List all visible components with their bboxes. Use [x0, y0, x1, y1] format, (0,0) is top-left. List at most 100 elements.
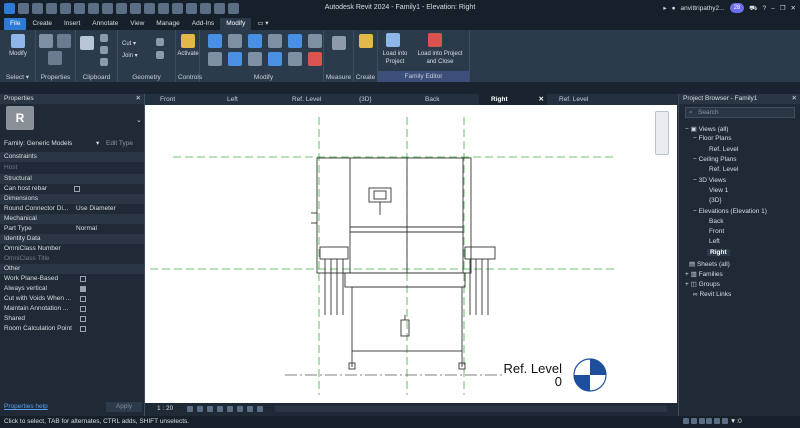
select-dropdown[interactable]: Select ▾ [0, 73, 35, 81]
level-name-label[interactable]: Ref. Level [503, 361, 562, 376]
copy-element-icon[interactable] [228, 52, 242, 66]
select-underlay-icon[interactable] [706, 418, 713, 425]
tab-annotate[interactable]: Annotate [86, 18, 124, 30]
shared-checkbox[interactable] [80, 316, 86, 322]
modify-cursor-icon[interactable] [11, 34, 25, 48]
tree-elevations[interactable]: − Elevations (Elevation 1) [693, 208, 767, 215]
user-name[interactable]: anvittripathy2... [681, 5, 725, 12]
worksets-icon[interactable] [683, 418, 689, 425]
temporary-hide-icon[interactable] [237, 406, 243, 413]
tree-el-front[interactable]: Front [709, 228, 724, 235]
detail-level-icon[interactable] [187, 406, 193, 413]
array-icon[interactable] [308, 34, 322, 48]
family-category-icon[interactable] [48, 51, 62, 65]
load-into-project-close-button[interactable]: Load into Project and Close [412, 50, 468, 66]
section-constraints[interactable]: Constraints [0, 152, 144, 162]
apply-button[interactable]: Apply [106, 402, 142, 412]
tab-view[interactable]: View [124, 18, 150, 30]
select-pinned-icon[interactable] [714, 418, 721, 425]
cut-dropdown[interactable]: Cut ▾ [122, 40, 136, 47]
section-mechanical[interactable]: Mechanical [0, 214, 144, 224]
load-into-project-button[interactable]: Load into Project [378, 50, 412, 66]
tab-view-ref-level[interactable]: Ref. Level [280, 94, 342, 105]
can-host-rebar-checkbox[interactable] [74, 186, 80, 192]
section-identity-data[interactable]: Identity Data [0, 234, 144, 244]
restore-icon[interactable]: ❐ [780, 4, 786, 12]
tree-cp-ref-level[interactable]: Ref. Level [709, 166, 738, 173]
wall-join-icon[interactable] [156, 38, 164, 46]
tab-view-left[interactable]: Left [215, 94, 277, 105]
tree-view-3d[interactable]: {3D} [709, 197, 722, 204]
trim-icon[interactable] [268, 52, 282, 66]
minimize-icon[interactable]: – [771, 5, 775, 12]
scale-icon[interactable] [288, 52, 302, 66]
tree-revit-links[interactable]: ∞ Revit Links [693, 291, 731, 298]
tab-view-ref-level-2[interactable]: Ref. Level [547, 94, 609, 105]
delete-icon[interactable] [308, 52, 322, 66]
cart-icon[interactable]: ⛟ [749, 4, 757, 13]
tab-add-ins[interactable]: Add-Ins [186, 18, 220, 30]
level-elevation-label[interactable]: 0 [555, 374, 562, 389]
close-icon[interactable]: ✕ [792, 94, 797, 104]
tree-families[interactable]: + ▥ Families [685, 270, 723, 278]
tree-groups[interactable]: + ◫ Groups [685, 280, 720, 288]
ribbon-toggle-icon[interactable]: ▭ ▾ [251, 18, 274, 30]
create-similar-icon[interactable] [359, 34, 373, 48]
tab-view-back[interactable]: Back [413, 94, 475, 105]
close-icon[interactable]: ✕ [136, 94, 141, 104]
split-icon[interactable] [288, 34, 302, 48]
tree-3d-views[interactable]: − 3D Views [693, 177, 726, 184]
user-icon[interactable]: ● [672, 5, 676, 12]
select-links-icon[interactable] [698, 418, 705, 425]
section-dimensions[interactable]: Dimensions [0, 194, 144, 204]
tab-file[interactable]: File [4, 18, 27, 30]
properties-icon[interactable] [39, 34, 53, 48]
cut-icon[interactable] [100, 34, 108, 42]
tree-ceiling-plans[interactable]: − Ceiling Plans [693, 156, 737, 163]
close-tab-icon[interactable]: ✕ [539, 94, 544, 105]
tab-create[interactable]: Create [26, 18, 58, 30]
maintain-annotation-checkbox[interactable] [80, 306, 86, 312]
horizontal-scrollbar[interactable] [275, 406, 667, 412]
notification-badge[interactable]: 28 [729, 3, 745, 13]
visual-style-icon[interactable] [197, 406, 203, 413]
tree-sheets[interactable]: ▤ Sheets (all) [689, 260, 730, 268]
room-calc-point-checkbox[interactable] [80, 326, 86, 332]
load-into-project-icon[interactable] [386, 33, 400, 47]
crop-view-icon[interactable] [227, 406, 233, 413]
tree-el-left[interactable]: Left [709, 238, 720, 245]
drawing-canvas[interactable]: Ref. Level 0 [145, 105, 677, 403]
split-face-icon[interactable] [156, 51, 164, 59]
edit-type-button[interactable]: Edit Type [106, 139, 133, 149]
rotate-icon[interactable] [248, 52, 262, 66]
help-icon[interactable]: ? [762, 5, 766, 12]
sun-path-icon[interactable] [207, 406, 213, 413]
section-structural[interactable]: Structural [0, 174, 144, 184]
always-vertical-checkbox[interactable] [80, 286, 86, 292]
tree-fp-ref-level[interactable]: Ref. Level [709, 146, 738, 153]
tree-view-1[interactable]: View 1 [709, 187, 728, 194]
browser-search-input[interactable]: ⌕ Search [685, 107, 795, 118]
copy-icon[interactable] [100, 46, 108, 54]
family-selector[interactable]: Family: Generic Models ▾ Edit Type [4, 139, 142, 149]
share-icon[interactable]: ▸ [663, 4, 666, 12]
tab-view-3d[interactable]: {3D} [347, 94, 409, 105]
analytical-icon[interactable] [257, 406, 263, 413]
properties-help-link[interactable]: Properties help [4, 403, 48, 410]
elevation-drawing[interactable]: Ref. Level 0 [145, 105, 677, 403]
section-other[interactable]: Other [0, 264, 144, 274]
paste-icon[interactable] [80, 36, 94, 50]
measure-tool-icon[interactable] [332, 36, 346, 50]
close-icon[interactable]: ✕ [791, 4, 796, 12]
shadows-icon[interactable] [217, 406, 223, 413]
view-scale[interactable]: 1 : 20 [157, 405, 173, 412]
type-properties-icon[interactable] [57, 34, 71, 48]
join-dropdown[interactable]: Join ▾ [122, 52, 138, 59]
tree-el-back[interactable]: Back [709, 218, 723, 225]
tree-el-right[interactable]: Right [707, 249, 730, 256]
tree-views-all[interactable]: − ▣ Views (all) [685, 125, 728, 133]
work-plane-based-checkbox[interactable] [80, 276, 86, 282]
reveal-hidden-icon[interactable] [247, 406, 253, 413]
navigation-bar[interactable] [655, 111, 669, 155]
tree-floor-plans[interactable]: − Floor Plans [693, 135, 731, 142]
